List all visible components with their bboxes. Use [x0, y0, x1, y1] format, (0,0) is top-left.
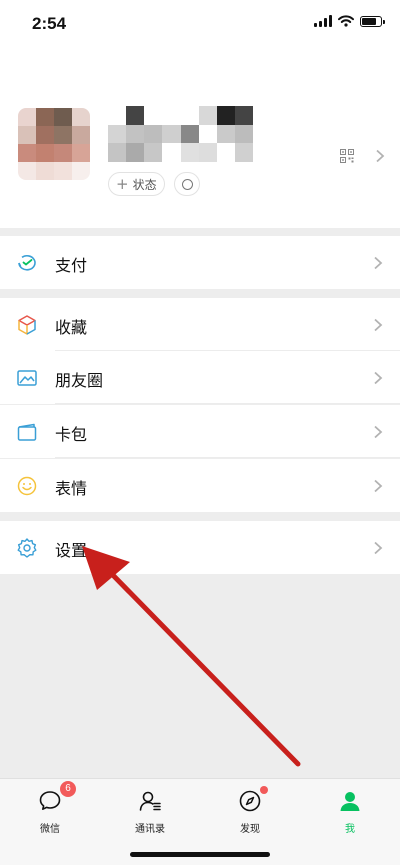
menu-item-pay[interactable]: 支付 — [0, 236, 400, 289]
plus-icon: + — [116, 174, 129, 193]
chat-bubble-icon — [39, 791, 61, 810]
nickname-pixelated — [108, 106, 253, 162]
circle-icon — [181, 178, 193, 190]
profile-header[interactable]: + 状态 — [0, 46, 400, 228]
tab-contacts[interactable]: 通讯录 — [120, 789, 180, 835]
smiley-face-icon — [17, 476, 37, 496]
menu-label-cards: 卡包 — [55, 425, 88, 444]
chevron-right-icon — [374, 425, 383, 439]
chevron-right-icon — [374, 479, 383, 493]
card-wallet-icon — [17, 423, 37, 441]
chevron-right-icon — [376, 149, 385, 163]
menu-label-favorites: 收藏 — [55, 318, 88, 337]
tab-label-me: 我 — [345, 824, 355, 835]
new-content-dot — [260, 786, 268, 794]
chevron-right-icon — [374, 371, 383, 385]
settings-gear-icon — [17, 538, 37, 558]
menu-item-stickers[interactable]: 表情 — [0, 459, 400, 512]
menu-item-cards[interactable]: 卡包 — [0, 405, 400, 458]
menu-item-moments[interactable]: 朋友圈 — [0, 351, 400, 404]
contacts-icon — [139, 791, 161, 811]
menu-item-favorites[interactable]: 收藏 — [0, 298, 400, 351]
status-label: 状态 — [132, 177, 157, 192]
tab-label-chats: 微信 — [40, 824, 60, 835]
cellular-signal-icon — [314, 15, 332, 27]
tab-label-discover: 发现 — [240, 824, 260, 835]
menu-label-pay: 支付 — [55, 256, 88, 275]
menu-item-settings[interactable]: 设置 — [0, 521, 400, 574]
home-indicator[interactable] — [130, 852, 270, 857]
moments-picture-icon — [17, 370, 37, 386]
status-circle-button[interactable] — [174, 172, 200, 196]
add-status-button[interactable]: + 状态 — [108, 172, 165, 196]
tab-me[interactable]: 我 — [320, 789, 380, 835]
avatar[interactable] — [18, 108, 90, 180]
menu-label-moments: 朋友圈 — [55, 371, 104, 390]
favorites-cube-icon — [18, 315, 36, 335]
menu-label-stickers: 表情 — [55, 479, 88, 498]
chevron-right-icon — [374, 541, 383, 555]
chevron-right-icon — [374, 318, 383, 332]
chevron-right-icon — [374, 256, 383, 270]
tab-label-contacts: 通讯录 — [135, 824, 165, 835]
unread-badge: 6 — [60, 781, 76, 797]
qr-code-icon[interactable] — [340, 149, 354, 163]
battery-icon — [360, 15, 385, 27]
tab-discover[interactable]: 发现 — [220, 786, 280, 835]
compass-icon — [239, 790, 261, 812]
wifi-icon — [338, 15, 354, 27]
menu-label-settings: 设置 — [55, 541, 88, 560]
pay-icon — [18, 255, 36, 271]
status-time: 2:54 — [32, 14, 67, 33]
status-bar: 2:54 — [0, 0, 400, 46]
user-profile-icon — [340, 792, 360, 811]
tab-chats[interactable]: 6 微信 — [20, 781, 80, 835]
